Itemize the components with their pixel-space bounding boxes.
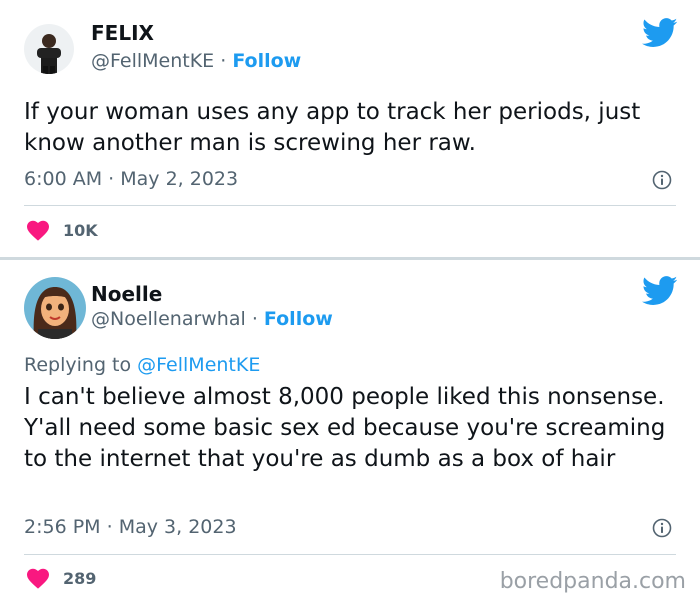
follow-button[interactable]: Follow [232,50,301,72]
separator-dot: · [251,308,258,330]
replying-to-label: Replying to [24,354,132,376]
tweet-card-felix: FELIX @FellMentKE · Follow If your woman… [0,0,700,258]
twitter-bird-icon[interactable] [642,276,678,306]
avatar[interactable] [24,24,74,74]
info-icon[interactable] [652,518,672,538]
timestamp[interactable]: 6:00 AM · May 2, 2023 [24,168,238,190]
time: 2:56 PM [24,516,101,538]
separator-dot: · [106,516,113,538]
handle[interactable]: @FellMentKE [91,50,214,72]
replying-to-handle[interactable]: @FellMentKE [137,354,260,376]
divider-line [24,205,676,206]
divider-line [24,554,676,555]
replying-to: Replying to @FellMentKE [24,354,260,376]
info-icon[interactable] [652,170,672,190]
date: May 2, 2023 [120,168,239,190]
separator-dot: · [220,50,227,72]
display-name[interactable]: Noelle [91,282,162,306]
display-name[interactable]: FELIX [91,21,154,45]
heart-icon[interactable] [26,219,50,241]
like-count[interactable]: 289 [63,569,96,588]
tweet-text: If your woman uses any app to track her … [24,99,641,156]
heart-icon[interactable] [26,567,50,589]
handle-row: @Noellenarwhal · Follow [91,308,333,330]
handle-row: @FellMentKE · Follow [91,50,301,72]
tweet-card-noelle: Noelle @Noellenarwhal · Follow Replying … [0,260,700,606]
twitter-bird-icon[interactable] [642,18,678,48]
tweet-text: I can't believe almost 8,000 people like… [24,384,666,472]
like-count[interactable]: 10K [63,221,98,240]
handle[interactable]: @Noellenarwhal [91,308,246,330]
separator-dot: · [108,168,115,190]
follow-button[interactable]: Follow [264,308,333,330]
time: 6:00 AM [24,168,103,190]
timestamp[interactable]: 2:56 PM · May 3, 2023 [24,516,237,538]
avatar[interactable] [24,277,86,339]
date: May 3, 2023 [118,516,237,538]
watermark: boredpanda.com [499,569,686,594]
